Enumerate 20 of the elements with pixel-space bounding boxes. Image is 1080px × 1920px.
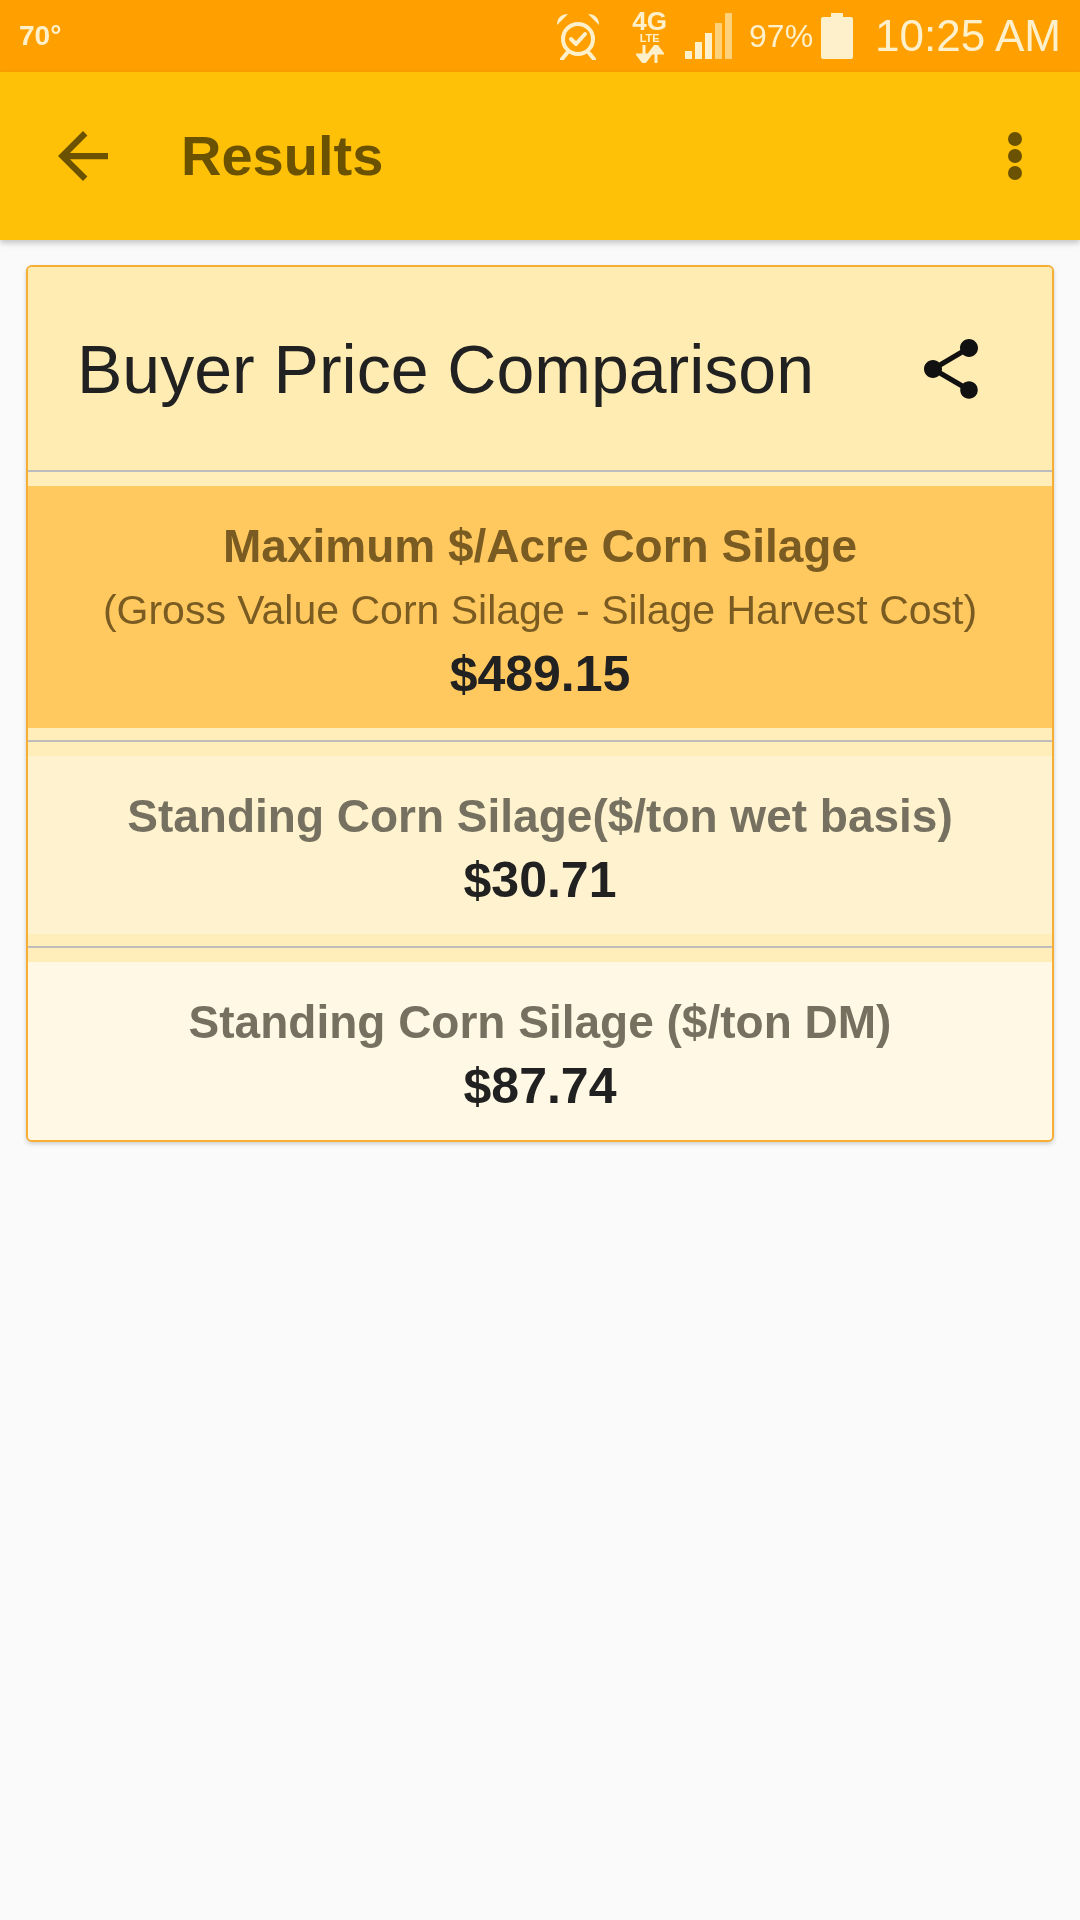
card-title: Buyer Price Comparison (77, 329, 814, 409)
clock-time: 10:25 AM (875, 11, 1061, 61)
back-arrow-icon[interactable] (58, 131, 108, 181)
share-icon[interactable] (924, 338, 978, 399)
temperature-text: 70° (19, 20, 62, 52)
network-sub-text: LTE (639, 33, 660, 44)
row-value: $87.74 (463, 1057, 617, 1116)
row-title: Standing Corn Silage($/ton wet basis) (127, 789, 953, 844)
data-arrows-icon (635, 45, 664, 63)
screen-title: Results (181, 123, 384, 189)
battery-icon (821, 13, 854, 59)
row-value: $489.15 (449, 645, 631, 704)
network-type-text: 4G (632, 9, 668, 33)
overflow-menu-icon[interactable] (1008, 132, 1022, 180)
battery-percent-text: 97% (749, 18, 814, 54)
row-subtitle: (Gross Value Corn Silage - Silage Harvest Cost) (102, 586, 978, 635)
row-title: Maximum $/Acre Corn Silage (223, 519, 857, 574)
alarm-clock-icon (556, 12, 601, 60)
row-value: $30.71 (463, 851, 617, 910)
row-title: Standing Corn Silage ($/ton DM) (188, 995, 892, 1050)
